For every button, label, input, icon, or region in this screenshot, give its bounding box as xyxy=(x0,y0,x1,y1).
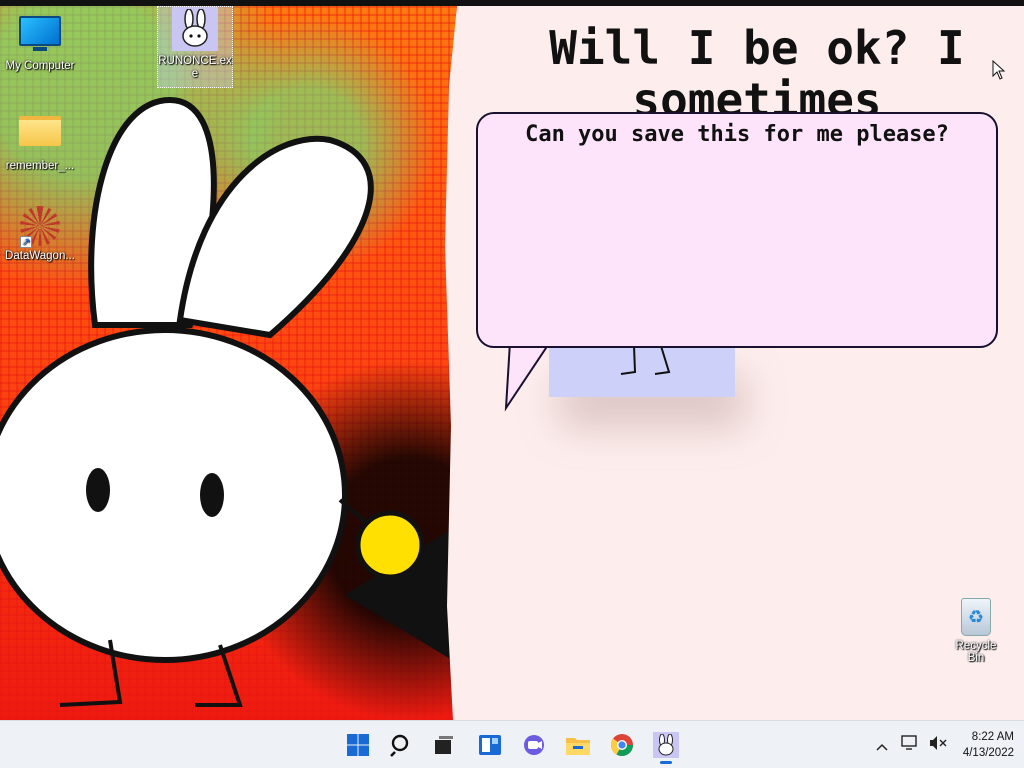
search-icon xyxy=(390,734,409,757)
widgets-button[interactable] xyxy=(474,729,506,761)
chat-icon xyxy=(524,735,544,755)
bunny-feet xyxy=(620,345,671,375)
clock-date: 4/13/2022 xyxy=(962,747,1014,759)
show-hidden-icons-button[interactable] xyxy=(873,736,891,755)
bunny-feet-card xyxy=(549,344,735,397)
chevron-up-icon xyxy=(876,743,888,751)
file-explorer-button[interactable] xyxy=(562,729,594,761)
chrome-button[interactable] xyxy=(606,729,638,761)
desktop-icon-my-computer[interactable]: My Computer xyxy=(2,10,78,73)
system-tray: 8:22 AM 4/13/2022 xyxy=(873,721,1014,768)
windows-start-icon xyxy=(347,734,369,756)
clock-time: 8:22 AM xyxy=(971,731,1014,743)
volume-button[interactable] xyxy=(929,735,947,755)
clock[interactable]: 8:22 AM 4/13/2022 xyxy=(963,729,1014,761)
desktop-icon-label: My Computer xyxy=(5,60,75,72)
widgets-icon xyxy=(479,735,501,755)
computer-icon xyxy=(18,16,62,56)
desktop-icon-label: RUNONCE.exe xyxy=(158,55,232,80)
bunny-exe-icon xyxy=(172,7,218,51)
speech-bubble: Can you save this for me please? xyxy=(476,112,998,348)
mouse-cursor-icon xyxy=(992,60,1006,80)
volume-muted-icon xyxy=(929,736,947,750)
bunny-app-button[interactable] xyxy=(650,729,682,764)
recycle-bin-icon: ♻ xyxy=(961,598,991,636)
network-icon xyxy=(901,735,917,750)
task-view-button[interactable] xyxy=(428,729,460,761)
window-heading: Will I be ok? I sometimes wonder... xyxy=(549,22,965,114)
desktop-icon-recycle-bin[interactable]: ♻ Recycle Bin xyxy=(946,598,1006,664)
file-explorer-icon xyxy=(566,738,590,755)
speech-bubble-tail xyxy=(504,340,553,412)
speech-bubble-text: Can you save this for me please? xyxy=(525,122,949,147)
task-view-icon xyxy=(435,736,453,754)
bunny-character xyxy=(0,96,452,707)
network-button[interactable] xyxy=(901,735,919,755)
desktop-icon-runonce[interactable]: RUNONCE.exe xyxy=(157,6,233,88)
chrome-icon xyxy=(610,734,633,756)
chat-button[interactable] xyxy=(518,729,550,761)
desktop-icon-label: Recycle Bin xyxy=(955,640,997,664)
bunny-app-icon xyxy=(653,732,679,758)
top-strip xyxy=(0,0,1024,6)
search-button[interactable] xyxy=(386,729,418,761)
taskbar: 8:22 AM 4/13/2022 xyxy=(0,720,1024,768)
start-button[interactable] xyxy=(342,729,374,761)
